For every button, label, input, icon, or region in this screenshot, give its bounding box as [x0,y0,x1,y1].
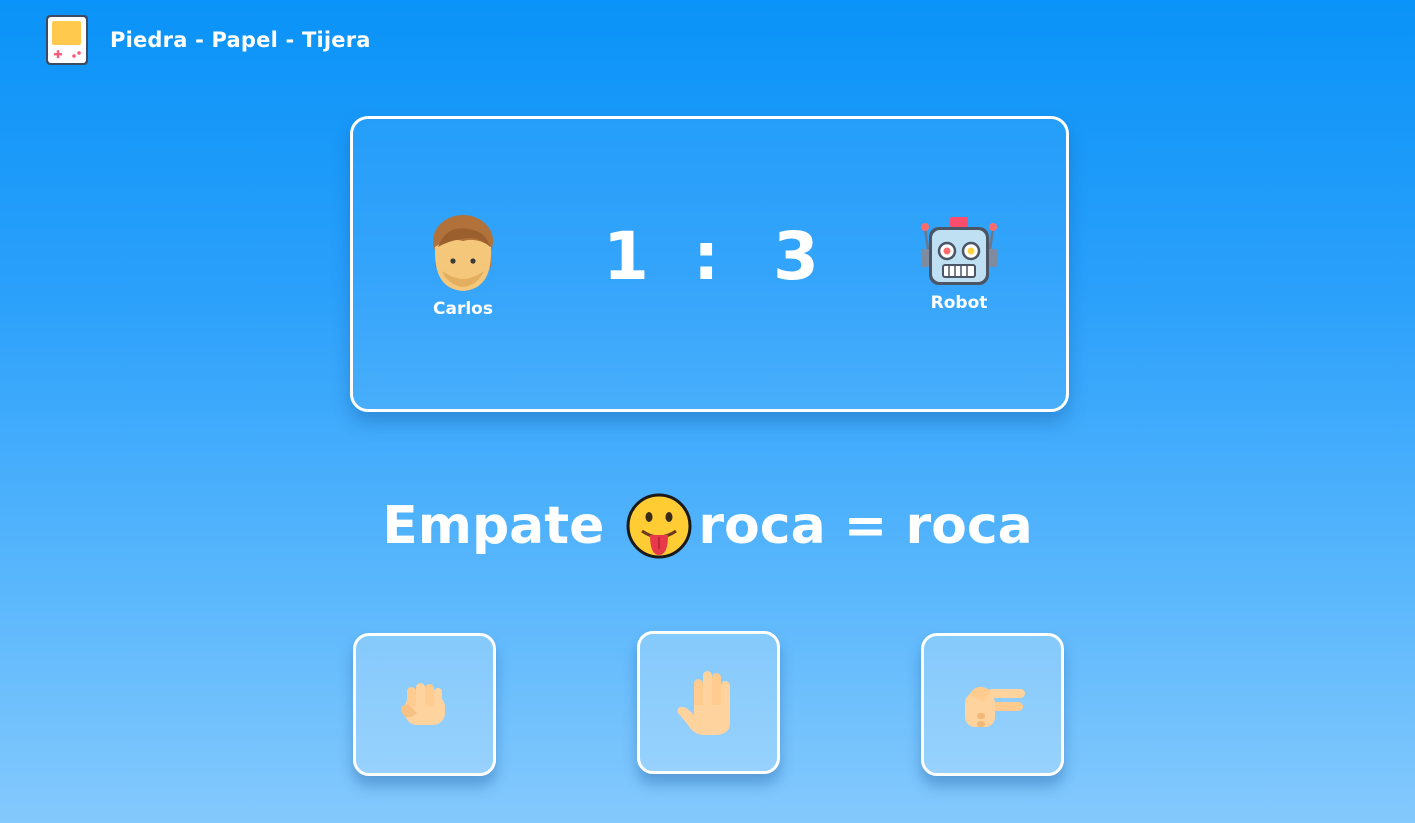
round-result: Empate roca = roca [0,486,1415,566]
man-face-icon [433,215,493,291]
result-detail: roca = roca [698,496,1033,556]
gameboy-icon [46,15,88,65]
app-header: Piedra - Papel - Tijera [44,12,371,68]
scoreboard: Carlos 1 : 3 Robot [350,116,1069,412]
fist-icon [400,682,445,725]
app-title: Piedra - Papel - Tijera [110,28,371,52]
player-name: Carlos [433,299,493,319]
player-card: Carlos [403,207,523,319]
result-text: Empate [382,496,605,556]
victory-hand-icon [964,686,1025,727]
tongue-out-face-icon [626,493,692,559]
rock-button[interactable] [353,633,496,776]
opponent-name: Robot [930,293,988,313]
open-hand-icon [677,670,730,735]
opponent-card: Robot [899,215,1019,313]
scissors-button[interactable] [921,633,1064,776]
opponent-score: 3 [773,218,819,295]
score-separator: : [693,218,720,295]
robot-face-icon [921,217,997,285]
player-score: 1 [603,218,649,295]
paper-button[interactable] [637,631,780,774]
